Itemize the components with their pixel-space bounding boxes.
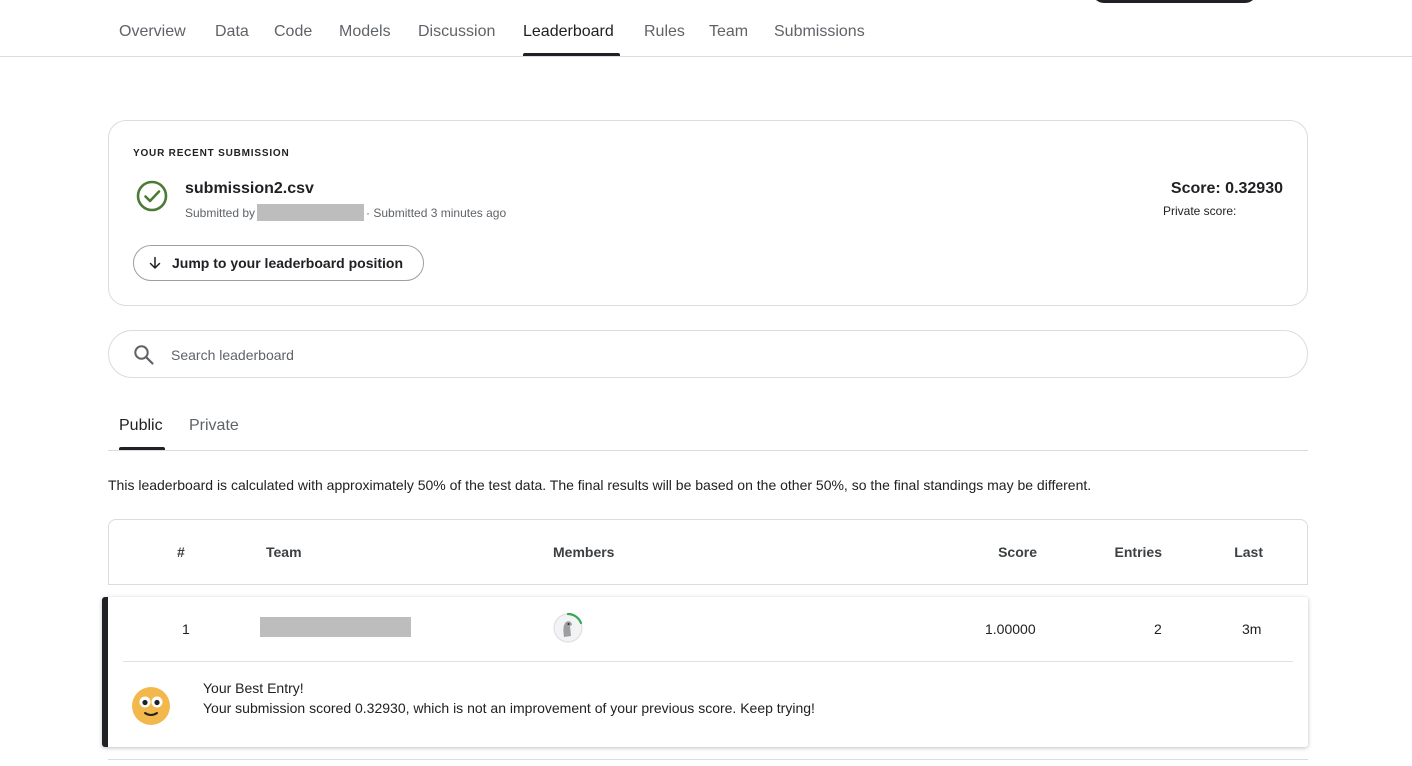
header-team[interactable]: Team bbox=[266, 544, 302, 560]
submission-meta: Submitted by · Submitted 3 minutes ago bbox=[185, 204, 506, 221]
recent-submission-heading: YOUR RECENT SUBMISSION bbox=[133, 148, 290, 159]
tab-models[interactable]: Models bbox=[339, 23, 391, 41]
submission-score: Score: 0.32930 bbox=[1170, 180, 1283, 197]
row-rank: 1 bbox=[182, 621, 190, 637]
search-icon bbox=[134, 345, 154, 365]
competition-nav: Overview Data Code Models Discussion Lea… bbox=[0, 0, 1412, 57]
arrow-down-icon bbox=[149, 256, 161, 269]
tab-code[interactable]: Code bbox=[274, 23, 312, 41]
best-entry-title: Your Best Entry! bbox=[203, 680, 304, 696]
header-rank[interactable]: # bbox=[177, 544, 185, 560]
tab-discussion[interactable]: Discussion bbox=[418, 23, 495, 41]
best-entry-message: Your submission scored 0.32930, which is… bbox=[203, 700, 815, 716]
table-row[interactable]: 1 1.00000 2 3m Your Best Entry! Your sub… bbox=[102, 597, 1308, 747]
redacted-username bbox=[257, 204, 365, 221]
tab-data[interactable]: Data bbox=[215, 23, 249, 41]
redacted-team-name[interactable] bbox=[260, 617, 411, 637]
table-bottom-border bbox=[108, 759, 1308, 760]
tab-rules[interactable]: Rules bbox=[644, 23, 685, 41]
leaderboard-search bbox=[108, 330, 1308, 378]
jump-to-position-button[interactable]: Jump to your leaderboard position bbox=[133, 245, 424, 281]
tab-leaderboard[interactable]: Leaderboard bbox=[523, 23, 614, 41]
table-header: # Team Members Score Entries Last bbox=[108, 519, 1308, 585]
private-score: Private score: bbox=[1163, 204, 1237, 218]
row-last: 3m bbox=[1242, 621, 1262, 637]
row-entries: 2 bbox=[1154, 621, 1162, 637]
tab-team[interactable]: Team bbox=[709, 23, 748, 41]
leaderboard-subtabs: Public Private bbox=[108, 404, 1308, 451]
row-score: 1.00000 bbox=[985, 621, 1036, 637]
submitted-by-label: Submitted by bbox=[185, 205, 256, 220]
tab-public[interactable]: Public bbox=[119, 417, 163, 435]
jump-button-label: Jump to your leaderboard position bbox=[172, 255, 404, 271]
active-subtab-indicator bbox=[119, 447, 165, 450]
row-divider bbox=[123, 661, 1293, 662]
submission-filename: submission2.csv bbox=[185, 180, 314, 197]
active-tab-indicator bbox=[523, 53, 620, 56]
avatar-icon[interactable] bbox=[552, 612, 584, 644]
tab-overview[interactable]: Overview bbox=[119, 23, 186, 41]
tab-private[interactable]: Private bbox=[189, 417, 239, 435]
submitted-time: · Submitted 3 minutes ago bbox=[366, 205, 507, 220]
emoji-icon bbox=[132, 687, 170, 725]
leaderboard-note: This leaderboard is calculated with appr… bbox=[108, 477, 1092, 493]
header-entries[interactable]: Entries bbox=[1115, 544, 1162, 560]
search-input[interactable] bbox=[169, 343, 1273, 367]
header-score[interactable]: Score bbox=[998, 544, 1037, 560]
check-circle-icon bbox=[136, 180, 168, 212]
recent-submission-card: YOUR RECENT SUBMISSION submission2.csv S… bbox=[108, 120, 1308, 306]
header-last[interactable]: Last bbox=[1234, 544, 1263, 560]
tab-submissions[interactable]: Submissions bbox=[774, 23, 865, 41]
header-members: Members bbox=[553, 544, 615, 560]
